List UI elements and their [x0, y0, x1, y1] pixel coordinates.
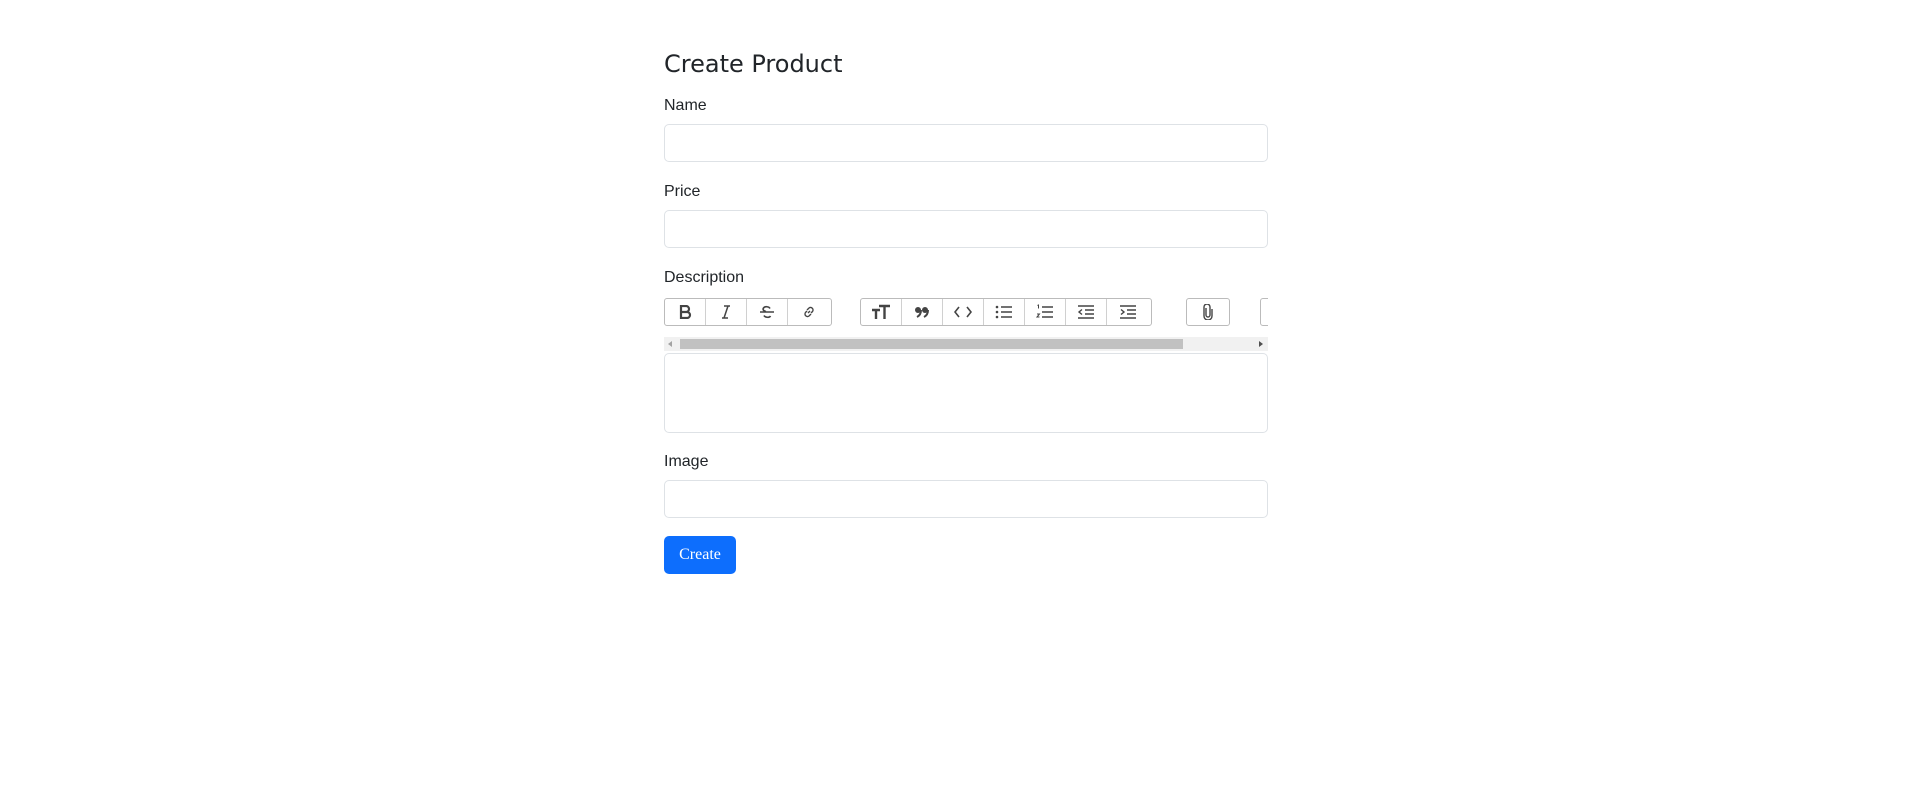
number-list-icon — [1036, 304, 1054, 320]
link-button[interactable] — [788, 299, 829, 325]
attach-button[interactable] — [1187, 299, 1228, 325]
attach-icon — [1202, 304, 1214, 320]
italic-button[interactable] — [706, 299, 747, 325]
bold-icon — [678, 305, 692, 319]
rich-text-toolbar — [664, 298, 1268, 326]
quote-icon — [914, 306, 930, 318]
name-label: Name — [664, 97, 707, 114]
scroll-thumb[interactable] — [680, 339, 1183, 349]
number-list-button[interactable] — [1025, 299, 1066, 325]
bold-button[interactable] — [665, 299, 706, 325]
block-tools-group — [860, 298, 1152, 326]
name-field[interactable] — [664, 124, 1268, 162]
italic-icon — [719, 305, 733, 319]
outdent-icon — [1077, 305, 1095, 319]
price-label: Price — [664, 183, 701, 200]
history-tools-group — [1260, 298, 1268, 326]
bullet-list-button[interactable] — [984, 299, 1025, 325]
file-tools-group — [1186, 298, 1230, 326]
scroll-left-icon[interactable] — [668, 341, 672, 347]
indent-icon — [1119, 305, 1137, 319]
heading-icon — [871, 304, 891, 320]
strike-button[interactable] — [747, 299, 788, 325]
outdent-button[interactable] — [1066, 299, 1107, 325]
page-title: Create Product — [664, 50, 843, 78]
strike-icon — [759, 305, 775, 319]
heading-button[interactable] — [861, 299, 902, 325]
toolbar-scrollbar[interactable] — [664, 337, 1268, 351]
image-label: Image — [664, 453, 709, 470]
scroll-right-icon[interactable] — [1259, 341, 1263, 347]
create-button[interactable]: Create — [664, 536, 736, 574]
indent-button[interactable] — [1107, 299, 1148, 325]
price-field[interactable] — [664, 210, 1268, 248]
code-button[interactable] — [943, 299, 984, 325]
description-editor[interactable] — [664, 353, 1268, 433]
code-icon — [954, 306, 972, 318]
text-tools-group — [664, 298, 832, 326]
description-label: Description — [664, 269, 745, 286]
undo-button[interactable] — [1261, 299, 1268, 325]
bullet-list-icon — [995, 305, 1013, 319]
quote-button[interactable] — [902, 299, 943, 325]
link-icon — [801, 304, 817, 320]
image-field[interactable] — [664, 480, 1268, 518]
